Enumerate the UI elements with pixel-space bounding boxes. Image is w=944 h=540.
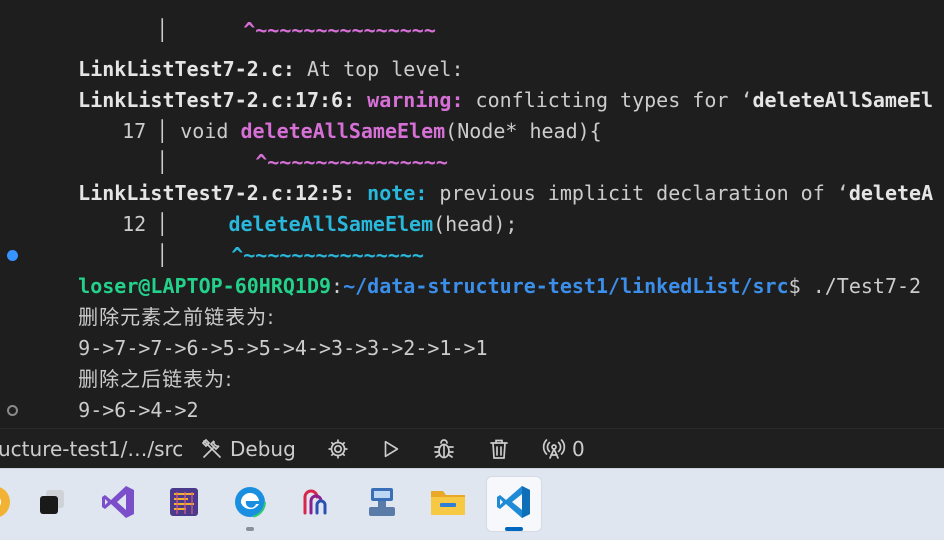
bug-icon: [432, 437, 456, 461]
taskbar-app-active[interactable]: [486, 476, 542, 532]
status-cwd[interactable]: ucture-test1/…/src: [0, 429, 183, 469]
edge-icon: [231, 483, 269, 525]
ssh-client-icon: [297, 483, 335, 525]
status-cwd-label: ucture-test1/…/src: [0, 437, 184, 461]
prompt-path: ~/data-structure-test1/linkedList/src: [343, 274, 789, 298]
terminal-line: LinkListTest7-2.c:12:5: note: previous i…: [0, 147, 933, 205]
vscode-icon: [495, 483, 533, 525]
active-indicator: [505, 527, 523, 531]
terminal-line: 12 │ deleteAllSameElem(head);: [0, 178, 517, 236]
taskbar-app[interactable]: [156, 476, 212, 532]
terminal-line: LinkListTest7-2.c: At top level:: [0, 23, 463, 81]
chrome-icon: [0, 484, 12, 524]
debug-button[interactable]: Debug: [200, 429, 296, 469]
visual-studio-icon: [99, 483, 137, 525]
taskbar-app[interactable]: [354, 476, 410, 532]
source-code: (head);: [433, 212, 518, 236]
trash-icon: [487, 437, 511, 461]
settings-button[interactable]: [326, 429, 350, 469]
taskbar-app[interactable]: [288, 476, 344, 532]
source-code: (Node* head){: [445, 119, 602, 143]
diag-symbol: deleteA: [848, 181, 934, 205]
terminal-line: │ ^~~~~~~~~~~~~~~~: [156, 150, 448, 174]
ports-count: 0: [572, 437, 585, 461]
network-icon: [363, 483, 401, 525]
taskbar-app[interactable]: [24, 476, 80, 532]
debug-label: Debug: [230, 437, 296, 461]
terminal-output-line: 删除元素之前链表为:: [0, 271, 275, 329]
prompt-symbol: $: [788, 274, 813, 298]
prompt-separator: :: [331, 274, 344, 298]
terminal-prompt-line[interactable]: loser@LAPTOP-60HRQ1D9:~/data-structure-t…: [0, 395, 825, 426]
terminal-output-line: 删除之后链表为:: [0, 333, 233, 391]
diag-symbol: deleteAllSameEl: [752, 88, 934, 112]
clean-button[interactable]: [487, 429, 511, 469]
terminal-panel[interactable]: │ ^~~~~~~~~~~~~~~~ LinkListTest7-2.c: At …: [0, 0, 944, 428]
play-icon: [380, 438, 402, 460]
terminal-line: │ ^~~~~~~~~~~~~~~~: [156, 243, 424, 267]
windows-taskbar: [0, 468, 944, 540]
command-text: ./Test7-2: [812, 274, 922, 298]
gear-icon: [326, 437, 350, 461]
file-explorer-icon: [428, 483, 468, 525]
device-manager-icon: [165, 483, 203, 525]
broadcast-icon: [542, 437, 566, 461]
terminal-line: LinkListTest7-2.c:17:6: warning: conflic…: [0, 54, 933, 112]
terminal-output-line: 9->6->4->2: [0, 364, 198, 422]
terminal-line: 17 │ void deleteAllSameElem(Node* head){: [0, 85, 602, 143]
taskbar-app[interactable]: [90, 476, 146, 532]
run-button[interactable]: [380, 429, 402, 469]
task-view-icon: [34, 484, 70, 524]
terminal-line: │ ^~~~~~~~~~~~~~~~: [156, 18, 436, 42]
taskbar-app[interactable]: [0, 476, 22, 532]
running-indicator: [246, 527, 254, 531]
tools-icon: [200, 437, 224, 461]
taskbar-app[interactable]: [420, 476, 476, 532]
terminal-output-line: 9->7->7->6->5->5->4->3->3->2->1->1: [0, 302, 487, 360]
taskbar-app[interactable]: [222, 476, 278, 532]
terminal-prompt-line: loser@LAPTOP-60HRQ1D9:~/data-structure-t…: [0, 240, 921, 298]
debug-run-button[interactable]: [432, 429, 456, 469]
ports-indicator[interactable]: 0: [542, 429, 585, 469]
status-bar: ucture-test1/…/src Debug 0: [0, 428, 944, 469]
